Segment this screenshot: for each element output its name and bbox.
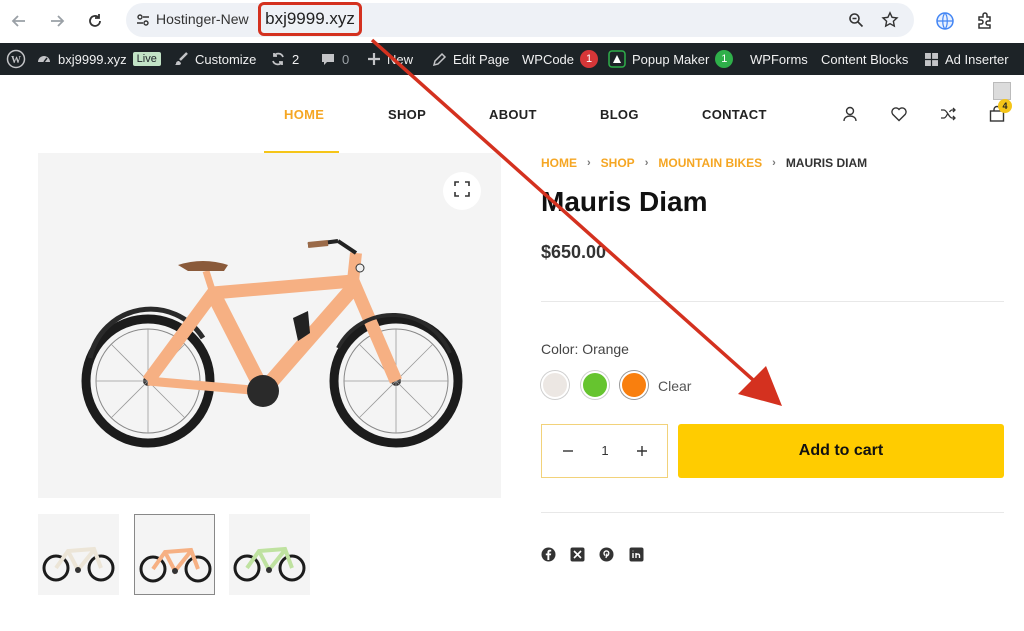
menu-item-blog[interactable]: BLOG	[600, 107, 639, 122]
admin-ad-inserter-link[interactable]: Ad Inserter	[924, 43, 1009, 75]
live-badge: Live	[132, 52, 161, 66]
product-price: $650.00	[541, 242, 607, 262]
chevron-right-icon: ›	[644, 157, 649, 169]
swatch-green[interactable]	[581, 371, 609, 399]
customize-label: Customize	[195, 51, 257, 67]
breadcrumb-current: MAURIS DIAM	[785, 156, 868, 170]
account-icon[interactable]	[839, 103, 861, 125]
compare-shuffle-icon[interactable]	[937, 103, 959, 125]
popup-maker-logo-icon	[608, 50, 626, 68]
cart-count-badge: 4	[998, 99, 1012, 113]
plus-icon	[367, 52, 381, 66]
address-bar[interactable]: Hostinger-New bxj9999.xyz	[126, 2, 914, 37]
clear-selection-link[interactable]: Clear	[658, 378, 691, 394]
dashboard-gauge-icon	[36, 51, 52, 67]
breadcrumb-home[interactable]: HOME	[541, 156, 577, 170]
admin-new-link[interactable]: New	[367, 43, 413, 75]
admin-site-link[interactable]: bxj9999.xyz Live	[36, 43, 161, 75]
swatch-cream[interactable]	[541, 371, 569, 399]
x-twitter-icon[interactable]	[569, 546, 585, 562]
menu-item-home[interactable]: HOME	[284, 107, 324, 122]
back-arrow-icon[interactable]	[4, 6, 34, 36]
site-name: Hostinger-New	[156, 11, 249, 27]
popup-maker-badge: 1	[715, 50, 734, 68]
thumbnail-bike-icon	[139, 547, 212, 583]
pencil-icon	[432, 52, 447, 67]
comments-count: 0	[342, 51, 350, 67]
wpcode-badge: 1	[580, 50, 599, 68]
menu-item-shop[interactable]: SHOP	[388, 107, 426, 122]
expand-icon	[454, 180, 470, 202]
menu-item-about[interactable]: ABOUT	[489, 107, 537, 122]
avatar	[993, 82, 1011, 100]
breadcrumb: HOME › SHOP › MOUNTAIN BIKES › MAURIS DI…	[541, 156, 867, 170]
admin-wpforms-link[interactable]: WPForms	[750, 43, 808, 75]
paintbrush-icon	[173, 51, 189, 67]
admin-customize-link[interactable]: Customize	[173, 43, 256, 75]
url-text[interactable]: bxj9999.xyz	[258, 2, 362, 36]
thumbnail-bike-icon	[233, 546, 306, 582]
svg-text:W: W	[11, 55, 21, 66]
color-label: Color: Orange	[541, 341, 629, 357]
site-header: HOME SHOP ABOUT BLOG CONTACT	[0, 75, 1024, 153]
thumbnail-bike-icon	[42, 546, 115, 582]
edit-page-label: Edit Page	[453, 51, 510, 67]
fullscreen-zoom-button[interactable]	[443, 172, 481, 210]
wpcode-label: WPCode	[522, 51, 575, 67]
divider	[541, 512, 1004, 513]
reload-icon[interactable]	[80, 6, 110, 36]
admin-edit-page-link[interactable]: Edit Page	[432, 43, 509, 75]
browser-toolbar: Hostinger-New bxj9999.xyz	[0, 0, 1024, 43]
thumbnail-green-bike[interactable]	[229, 514, 310, 595]
product-main-image[interactable]	[38, 153, 501, 498]
updates-refresh-icon	[270, 51, 286, 67]
admin-popup-maker-link[interactable]: Popup Maker 1	[608, 43, 734, 75]
admin-updates-link[interactable]: 2	[270, 43, 299, 75]
chevron-right-icon: ›	[587, 157, 591, 169]
quantity-input[interactable]: 1	[595, 443, 615, 458]
quantity-increase-button[interactable]	[631, 440, 653, 462]
content-blocks-label: Content Blocks	[821, 51, 909, 67]
quantity-stepper: 1	[541, 424, 668, 478]
ad-inserter-grid-icon	[924, 52, 939, 67]
comment-bubble-icon	[320, 51, 336, 67]
breadcrumb-mountain-bikes[interactable]: MOUNTAIN BIKES	[658, 156, 762, 170]
admin-content-blocks-link[interactable]: Content Blocks	[821, 43, 908, 75]
thumbnail-orange-bike[interactable]	[134, 514, 215, 595]
bike-illustration	[81, 239, 463, 448]
wpforms-label: WPForms	[750, 51, 808, 67]
wordpress-logo-icon[interactable]: W	[6, 43, 26, 75]
chevron-right-icon: ›	[772, 157, 776, 169]
wishlist-heart-icon[interactable]	[888, 103, 910, 125]
new-label: New	[387, 51, 414, 67]
site-info-icon[interactable]	[134, 11, 152, 29]
add-to-cart-button[interactable]: Add to cart	[678, 424, 1004, 478]
quantity-decrease-button[interactable]	[557, 440, 579, 462]
bookmark-star-icon[interactable]	[880, 10, 900, 30]
admin-comments-link[interactable]: 0	[320, 43, 349, 75]
zoom-icon[interactable]	[846, 10, 866, 30]
ad-inserter-label: Ad Inserter	[945, 51, 1009, 67]
facebook-icon[interactable]	[540, 546, 556, 562]
product-title: Mauris Diam	[541, 186, 708, 217]
swatch-orange[interactable]	[620, 371, 648, 399]
divider	[541, 301, 1004, 302]
thumbnail-cream-bike[interactable]	[38, 514, 119, 595]
updates-count: 2	[292, 51, 300, 67]
menu-item-contact[interactable]: CONTACT	[702, 107, 767, 122]
admin-wpcode-link[interactable]: WPCode 1	[522, 43, 599, 75]
popup-maker-label: Popup Maker	[632, 51, 710, 67]
pinterest-icon[interactable]	[598, 546, 614, 562]
wp-admin-bar: W bxj9999.xyz Live Customize 2 0 New Edi…	[0, 43, 1024, 75]
linkedin-icon[interactable]	[628, 546, 644, 562]
extensions-icon[interactable]	[970, 6, 1000, 36]
forward-arrow-icon[interactable]	[42, 6, 72, 36]
admin-site-name: bxj9999.xyz	[58, 51, 127, 67]
breadcrumb-shop[interactable]: SHOP	[601, 156, 635, 170]
translate-globe-icon[interactable]	[930, 6, 960, 36]
